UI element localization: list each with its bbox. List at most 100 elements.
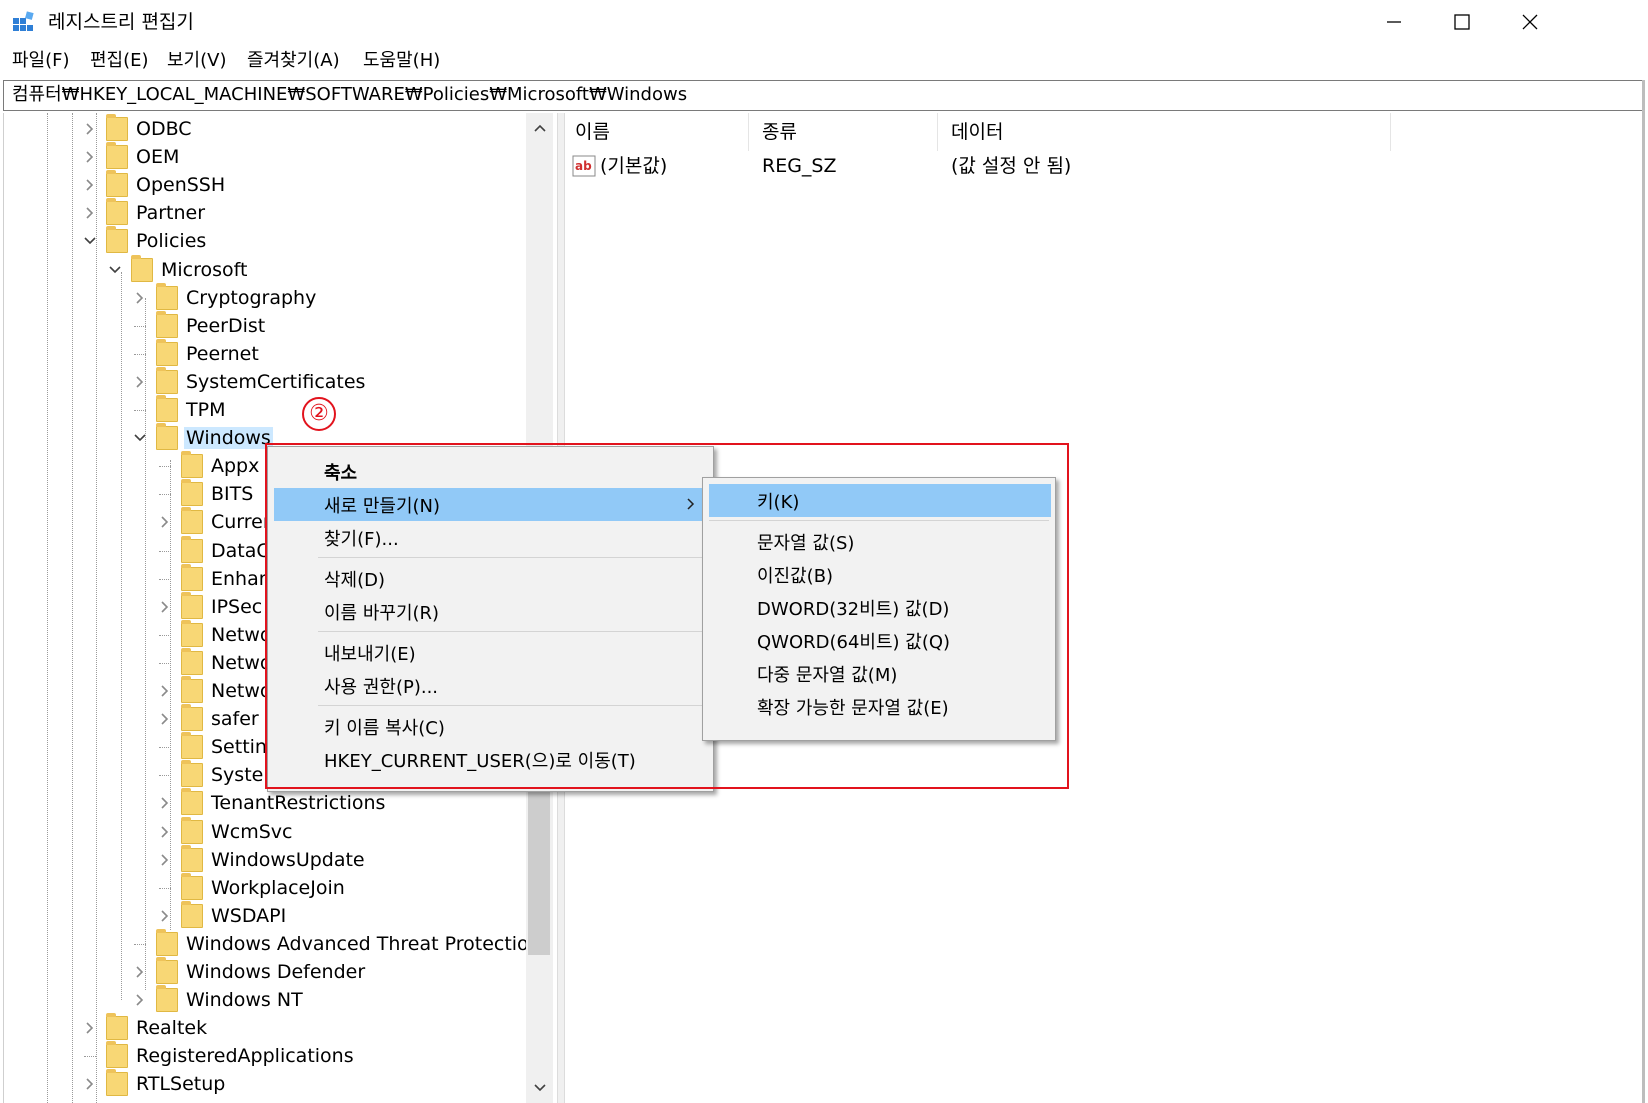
tree-item[interactable]: Microsoft — [107, 255, 249, 284]
tree-item[interactable]: TenantRestrictions — [157, 788, 387, 817]
tree-item[interactable]: Cryptography — [132, 283, 318, 312]
tree-item-label: Windows Advanced Threat Protection — [186, 933, 541, 955]
chevron-right-icon[interactable] — [157, 705, 173, 733]
tree-item[interactable]: Realtek — [82, 1013, 209, 1042]
tree-guide-line — [121, 272, 122, 1000]
tree-item[interactable]: WindowsUpdate — [157, 845, 367, 874]
menu-edit[interactable]: 편집(E) — [90, 48, 149, 74]
tree-item[interactable]: TPM — [132, 395, 227, 424]
folder-icon — [156, 367, 178, 394]
tree-item[interactable]: OEM — [82, 142, 181, 171]
column-header-name[interactable]: 이름 — [575, 118, 610, 146]
chevron-right-icon[interactable] — [82, 1070, 98, 1098]
folder-icon — [156, 929, 178, 956]
chevron-right-icon[interactable] — [132, 368, 148, 396]
column-header-type[interactable]: 종류 — [762, 118, 797, 146]
chevron-down-icon[interactable] — [132, 424, 148, 452]
tree-item[interactable]: Windows — [132, 423, 273, 452]
column-divider[interactable] — [937, 113, 938, 151]
tree-item[interactable]: PeerDist — [132, 311, 267, 340]
chevron-right-icon[interactable] — [157, 508, 173, 536]
chevron-right-icon[interactable] — [157, 677, 173, 705]
tree-item-label: BITS — [211, 483, 254, 505]
scroll-down-button[interactable] — [530, 1078, 550, 1098]
chevron-down-icon[interactable] — [107, 256, 123, 284]
tree-item[interactable]: Windows NT — [132, 985, 305, 1014]
column-header-data[interactable]: 데이터 — [951, 118, 1003, 146]
chevron-down-icon[interactable] — [82, 227, 98, 255]
tree-item-label: ODBC — [136, 118, 192, 140]
minimize-button[interactable] — [1358, 0, 1430, 44]
tree-item[interactable]: Appx — [157, 451, 261, 480]
folder-icon — [106, 198, 128, 225]
tree-item[interactable]: OpenSSH — [82, 170, 227, 199]
folder-icon — [131, 255, 153, 282]
tree-item-label: safer — [211, 708, 259, 730]
scroll-up-button[interactable] — [530, 118, 550, 138]
tree-item[interactable]: Netwo — [157, 648, 274, 677]
chevron-right-icon[interactable] — [132, 986, 148, 1014]
tree-item[interactable]: WorkplaceJoin — [157, 873, 347, 902]
tree-item-label: Realtek — [136, 1017, 208, 1039]
folder-icon — [106, 170, 128, 197]
address-path[interactable]: 컴퓨터₩HKEY_LOCAL_MACHINE₩SOFTWARE₩Policies… — [12, 83, 687, 107]
chevron-right-icon[interactable] — [157, 789, 173, 817]
tree-item[interactable]: SystemCertificates — [132, 367, 367, 396]
value-row[interactable]: ab (기본값) REG_SZ (값 설정 안 됨) — [570, 152, 1410, 182]
menu-view[interactable]: 보기(V) — [167, 48, 226, 74]
chevron-right-icon[interactable] — [132, 958, 148, 986]
tree-item[interactable]: Windows Defender — [132, 957, 367, 986]
maximize-button[interactable] — [1426, 0, 1498, 44]
tree-item[interactable]: RTLSetup — [82, 1069, 227, 1098]
tree-item[interactable]: Windows Advanced Threat Protection — [132, 929, 543, 958]
menu-file[interactable]: 파일(F) — [12, 48, 70, 74]
tree-item[interactable]: Enhan — [157, 564, 273, 593]
tree-item[interactable]: Settin — [157, 732, 269, 761]
tree-item[interactable]: ODBC — [82, 114, 194, 143]
tree-item-label: Syster — [211, 764, 272, 786]
tree-item[interactable]: RegisteredApplications — [82, 1041, 356, 1070]
tree-item[interactable]: Partner — [82, 198, 207, 227]
chevron-right-icon[interactable] — [82, 115, 98, 143]
column-divider[interactable] — [1390, 113, 1391, 151]
chevron-right-icon[interactable] — [157, 902, 173, 930]
menu-help[interactable]: 도움말(H) — [363, 48, 440, 74]
folder-icon — [106, 1013, 128, 1040]
tree-guide-line — [72, 113, 73, 1103]
tree-connector — [132, 396, 148, 424]
menu-favorites[interactable]: 즐겨찾기(A) — [247, 48, 340, 74]
folder-icon — [156, 395, 178, 422]
chevron-right-icon[interactable] — [157, 593, 173, 621]
folder-icon — [181, 732, 203, 759]
chevron-right-icon[interactable] — [157, 818, 173, 846]
tree-item[interactable]: Curren — [157, 507, 277, 536]
tree-connector-line — [159, 493, 171, 495]
tree-item[interactable]: WcmSvc — [157, 817, 295, 846]
tree-item[interactable]: Peernet — [132, 339, 261, 368]
tree-item[interactable]: BITS — [157, 479, 255, 508]
chevron-right-icon[interactable] — [82, 143, 98, 171]
tree-item[interactable]: Netwo — [157, 676, 274, 705]
chevron-right-icon[interactable] — [132, 284, 148, 312]
tree-item[interactable]: Policies — [82, 226, 208, 255]
tree-item[interactable]: IPSec — [157, 592, 264, 621]
chevron-down-icon — [534, 1084, 546, 1092]
folder-icon — [181, 901, 203, 928]
chevron-right-icon[interactable] — [82, 171, 98, 199]
tree-item[interactable]: DataC — [157, 536, 272, 565]
chevron-right-icon[interactable] — [82, 199, 98, 227]
close-button[interactable] — [1494, 0, 1566, 44]
chevron-right-icon[interactable] — [157, 846, 173, 874]
column-divider[interactable] — [748, 113, 749, 151]
tree-item-label: Netwo — [211, 680, 272, 702]
tree-connector-line — [134, 409, 146, 411]
chevron-right-icon[interactable] — [82, 1014, 98, 1042]
tree-item[interactable]: WSDAPI — [157, 901, 288, 930]
tree-item[interactable]: Syster — [157, 760, 273, 789]
tree-item-label: TenantRestrictions — [211, 792, 386, 814]
tree-item[interactable]: safer — [157, 704, 261, 733]
tree-item[interactable]: Netwo — [157, 620, 274, 649]
address-bar[interactable]: 컴퓨터₩HKEY_LOCAL_MACHINE₩SOFTWARE₩Policies… — [3, 80, 1643, 111]
tree-item-label: OEM — [136, 146, 180, 168]
tree-connector-line — [159, 550, 171, 552]
